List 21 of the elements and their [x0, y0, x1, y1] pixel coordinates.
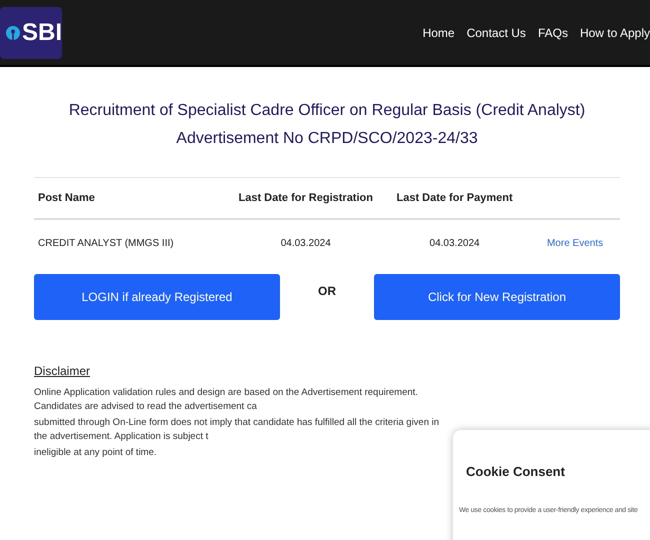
logo-text: SBI [22, 18, 62, 46]
page-title: Recruitment of Specialist Cadre Officer on Regular Basis (Credit Analyst) [68, 101, 586, 121]
logo[interactable]: SBI [0, 6, 62, 58]
disclaimer-text: ineligible at any point of time. [34, 446, 158, 460]
or-text: OR [318, 284, 336, 298]
nav-link[interactable]: FAQs [538, 26, 568, 40]
table-cell-text: CREDIT ANALYST (MMGS III) [37, 238, 175, 248]
page-title: Advertisement No CRPD/SCO/2023-24/33 [175, 129, 479, 149]
nav-link[interactable]: Contact Us [466, 26, 526, 40]
cookie-title: Cookie Consent [465, 464, 566, 479]
nav-link[interactable]: Home [422, 26, 455, 40]
disclaimer-heading: Disclaimer [34, 364, 90, 378]
registration-button[interactable]: Click for New Registration [374, 274, 620, 320]
table-cell-text: 04.03.2024 [428, 238, 481, 248]
column-header: Post Name [37, 192, 96, 204]
table-cell-text: 04.03.2024 [280, 238, 332, 248]
more-events-link[interactable]: More Events [526, 238, 620, 248]
column-header: Last Date for Registration [238, 192, 374, 204]
login-button[interactable]: LOGIN if already Registered [34, 274, 280, 320]
column-header: Last Date for Payment [395, 192, 514, 204]
nav-link[interactable]: How to Apply [580, 26, 650, 40]
